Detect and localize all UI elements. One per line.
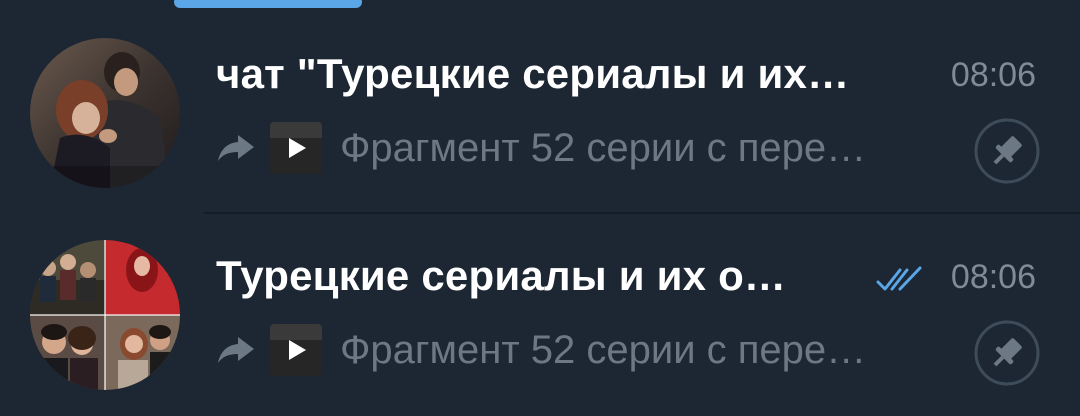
preview-text: Фрагмент 52 серии с пере… bbox=[340, 125, 867, 170]
chat-list-item[interactable]: чат "Турецкие сериалы и их… 08:06 Фрагме… bbox=[0, 20, 1080, 210]
message-preview: Фрагмент 52 серии с пере… bbox=[216, 120, 866, 176]
chat-avatar[interactable] bbox=[30, 240, 180, 390]
chat-divider bbox=[204, 212, 1080, 214]
play-icon bbox=[270, 122, 322, 174]
preview-text: Фрагмент 52 серии с пере… bbox=[340, 327, 867, 372]
collage-avatar-icon bbox=[30, 240, 180, 390]
tab-indicator bbox=[174, 0, 362, 8]
chat-list-screen: чат "Турецкие сериалы и их… 08:06 Фрагме… bbox=[0, 0, 1080, 416]
message-preview: Фрагмент 52 серии с пере… bbox=[216, 322, 866, 378]
chat-avatar[interactable] bbox=[30, 38, 180, 188]
forward-icon bbox=[218, 135, 254, 161]
chat-list-item[interactable]: Турецкие сериалы и их о… 08:06 Фрагмент … bbox=[0, 222, 1080, 412]
message-time: 08:06 bbox=[950, 56, 1036, 94]
video-thumbnail bbox=[270, 122, 322, 174]
chat-title: Турецкие сериалы и их о… bbox=[216, 252, 787, 299]
message-time: 08:06 bbox=[950, 258, 1036, 296]
double-check-icon bbox=[876, 266, 922, 291]
tv-show-poster-avatar-icon bbox=[30, 38, 180, 188]
play-icon bbox=[270, 324, 322, 376]
video-thumbnail bbox=[270, 324, 322, 376]
forward-icon bbox=[218, 337, 254, 363]
pin-icon[interactable] bbox=[974, 320, 1040, 386]
chat-title: чат "Турецкие сериалы и их… bbox=[216, 50, 850, 97]
pin-icon[interactable] bbox=[974, 118, 1040, 184]
